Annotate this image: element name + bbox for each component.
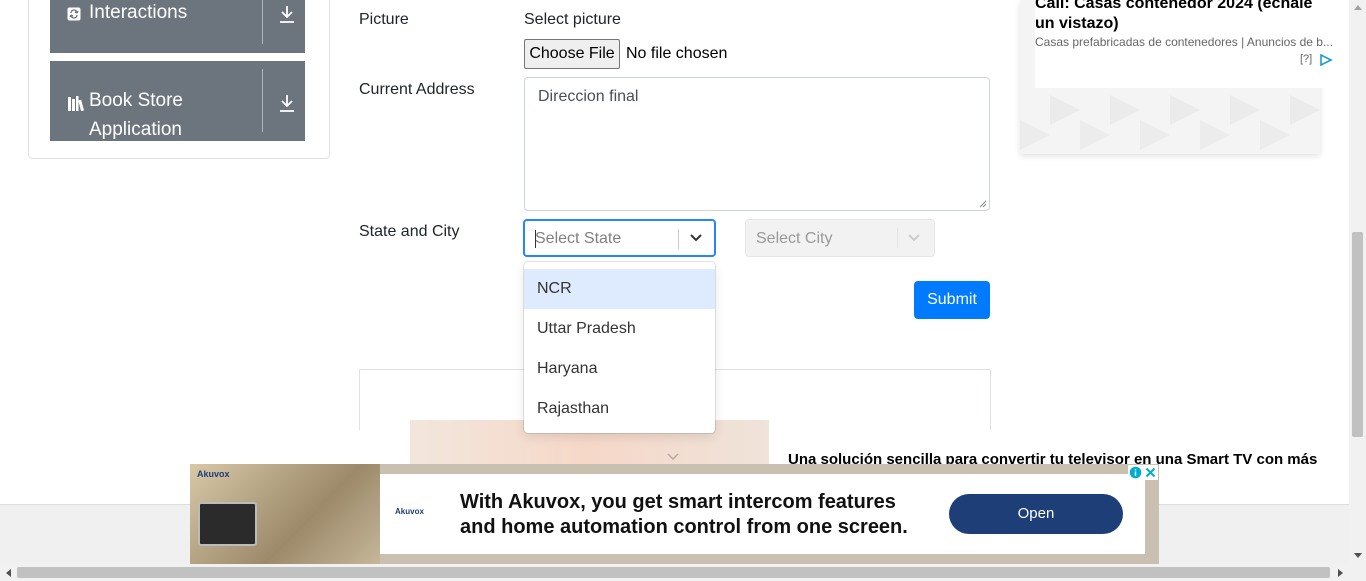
intercom-device xyxy=(198,502,257,546)
state-dropdown-menu: NCR Uttar Pradesh Haryana Rajasthan xyxy=(524,262,715,433)
ad-info-marker[interactable]: [?] xyxy=(1300,53,1312,65)
banner-text: With Akuvox, you get smart intercom feat… xyxy=(460,490,908,540)
state-city-label: State and City xyxy=(359,223,460,240)
info-icon[interactable] xyxy=(1129,466,1142,479)
banner-logo: Akuvox xyxy=(395,507,424,516)
ad-close-controls xyxy=(1128,465,1158,480)
state-select-placeholder: Select State xyxy=(535,230,622,247)
city-select-placeholder: Select City xyxy=(756,230,833,247)
sidebar-group-label: Application xyxy=(89,119,182,140)
scroll-down-arrow-icon[interactable] xyxy=(1354,553,1362,559)
vertical-scroll-thumb[interactable] xyxy=(1352,232,1363,437)
download-icon[interactable] xyxy=(278,4,296,24)
state-option[interactable]: Uttar Pradesh xyxy=(524,309,715,349)
close-icon[interactable] xyxy=(1144,466,1157,479)
banner-text-line: With Akuvox, you get smart intercom feat… xyxy=(460,491,896,513)
picture-label: Picture xyxy=(359,11,409,28)
text-cursor xyxy=(535,230,536,248)
open-button[interactable]: Open xyxy=(949,494,1123,534)
choose-file-button[interactable]: Choose File xyxy=(524,39,620,69)
banner-product-image[interactable]: Akuvox xyxy=(190,464,380,564)
group-divider xyxy=(262,0,263,44)
right-ad-subtitle[interactable]: Casas prefabricadas de contenedores | An… xyxy=(1035,35,1333,49)
current-address-textarea[interactable]: Direccion final xyxy=(524,77,990,211)
state-option[interactable]: Rajasthan xyxy=(524,389,715,429)
adchoices-icon[interactable] xyxy=(1319,54,1333,66)
submit-button[interactable]: Submit xyxy=(914,281,990,319)
chevron-down-icon[interactable] xyxy=(689,232,703,244)
indicator-separator xyxy=(897,228,898,248)
state-option[interactable]: NCR xyxy=(524,269,715,309)
sidebar-group-interactions[interactable]: Interactions xyxy=(50,0,305,53)
chevron-down-icon xyxy=(667,453,679,461)
scroll-left-arrow-icon[interactable] xyxy=(5,569,11,577)
resize-handle-icon[interactable] xyxy=(979,200,987,208)
download-icon[interactable] xyxy=(278,93,296,113)
city-select[interactable]: Select City xyxy=(745,219,935,257)
right-ad-title[interactable]: Call: Casas contenedor 2024 (échale un v… xyxy=(1035,0,1335,34)
state-select[interactable]: Select State xyxy=(523,219,716,257)
interactions-icon xyxy=(67,7,81,21)
state-option[interactable]: Haryana xyxy=(524,349,715,389)
picture-hint: Select picture xyxy=(524,11,621,28)
sidebar-group-label: Interactions xyxy=(89,2,188,23)
banner-text-line: and home automation control from one scr… xyxy=(460,516,908,538)
group-divider xyxy=(262,69,263,132)
banner-brand: Akuvox xyxy=(197,469,230,479)
sidebar-group-book-store[interactable]: Book Store Application xyxy=(50,61,305,141)
textarea-value: Direccion final xyxy=(538,88,639,105)
book-icon xyxy=(68,96,85,111)
current-address-label: Current Address xyxy=(359,81,475,98)
scroll-up-arrow-icon[interactable] xyxy=(1354,4,1362,10)
indicator-separator xyxy=(678,229,679,249)
scroll-right-arrow-icon[interactable] xyxy=(1338,569,1344,577)
horizontal-scroll-thumb[interactable] xyxy=(17,567,1330,578)
sidebar-group-label: Book Store xyxy=(89,90,183,111)
file-status-text: No file chosen xyxy=(626,45,728,62)
chevron-down-icon[interactable] xyxy=(907,232,921,244)
